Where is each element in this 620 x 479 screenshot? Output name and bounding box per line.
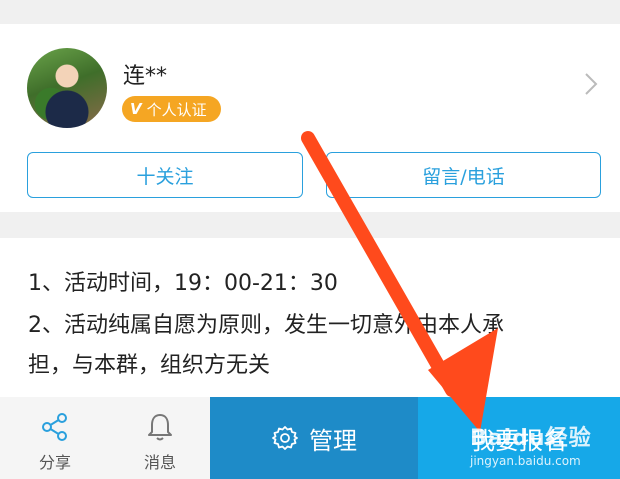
bell-icon <box>148 414 172 441</box>
description-line-1: 1、活动时间，19：00-21：30 <box>28 271 338 296</box>
avatar[interactable] <box>27 48 107 128</box>
messages-button[interactable]: 消息 <box>110 397 210 479</box>
description-line-2: 2、活动纯属自愿为原则，发生一切意外由本人承 <box>28 313 504 338</box>
watermark-logo: Baidu经验 <box>470 426 592 451</box>
share-button[interactable]: 分享 <box>0 397 110 479</box>
share-icon <box>42 413 67 441</box>
chevron-right-icon[interactable] <box>584 72 598 96</box>
organizer-name: 连** <box>123 64 168 89</box>
baidu-jingyan-watermark: Baidu经验 jingyan.baidu.com <box>470 420 592 468</box>
section-divider <box>0 212 620 238</box>
share-label: 分享 <box>38 453 71 472</box>
description-line-3: 担，与本群，组织方无关 <box>28 353 271 378</box>
verified-badge: V 个人认证 <box>122 96 221 122</box>
gear-icon <box>272 426 298 450</box>
manage-button[interactable]: 管理 <box>210 397 418 479</box>
verified-badge-label: 个人认证 <box>146 100 207 119</box>
watermark-url: jingyan.baidu.com <box>470 454 581 468</box>
follow-button[interactable]: 十关注 <box>27 152 303 198</box>
top-separator <box>0 0 620 24</box>
verified-v-icon: V <box>130 100 142 118</box>
messages-label: 消息 <box>143 453 176 472</box>
manage-label: 管理 <box>309 426 357 455</box>
message-call-button[interactable]: 留言/电话 <box>326 152 601 198</box>
